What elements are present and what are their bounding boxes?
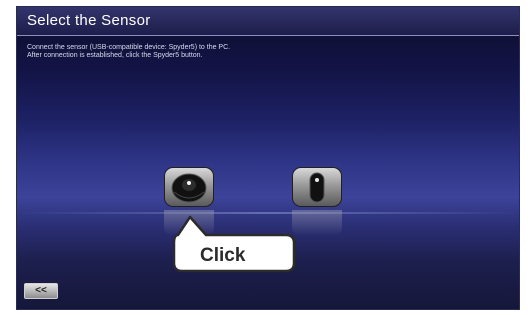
spyder5-sensor-button[interactable] xyxy=(164,167,214,207)
back-button[interactable]: << xyxy=(24,283,58,299)
callout-label: Click xyxy=(200,245,246,266)
floor-highlight xyxy=(17,212,519,214)
window-title: Select the Sensor xyxy=(27,12,151,29)
puck-sensor-icon xyxy=(171,173,207,203)
oblong-sensor-icon xyxy=(309,172,325,203)
other-sensor-reflection xyxy=(292,210,342,236)
title-bar: Select the Sensor xyxy=(17,7,519,36)
instruction-text: Connect the sensor (USB-compatible devic… xyxy=(27,44,231,59)
other-sensor-button[interactable] xyxy=(292,167,342,207)
